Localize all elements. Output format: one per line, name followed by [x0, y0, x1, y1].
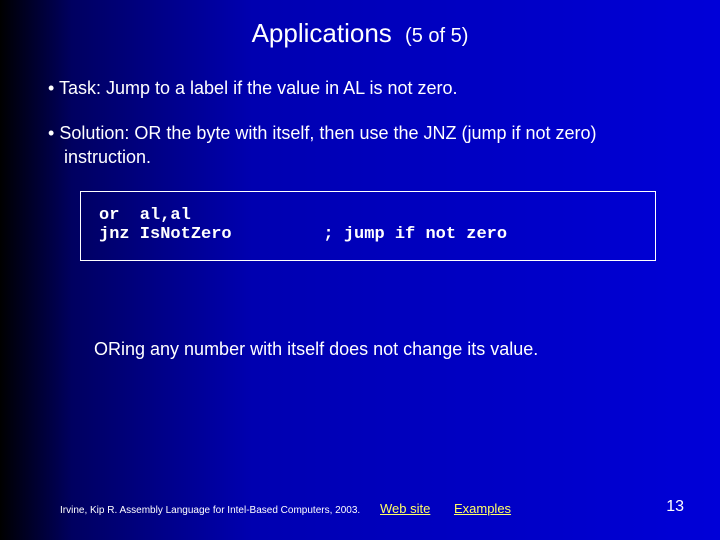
page-number: 13 — [666, 498, 684, 516]
slide-title: Applications (5 of 5) — [0, 0, 720, 49]
link-examples[interactable]: Examples — [454, 501, 511, 516]
slide-content: Task: Jump to a label if the value in AL… — [0, 49, 720, 360]
footer-links: Web site Examples — [380, 501, 531, 516]
title-sub: (5 of 5) — [405, 25, 468, 47]
link-website[interactable]: Web site — [380, 501, 430, 516]
bullet-solution: Solution: OR the byte with itself, then … — [34, 122, 686, 169]
bullet-task: Task: Jump to a label if the value in AL… — [34, 77, 686, 100]
code-block: or al,al jnz IsNotZero ; jump if not zer… — [80, 191, 656, 261]
title-main: Applications — [252, 18, 392, 48]
footer-citation: Irvine, Kip R. Assembly Language for Int… — [60, 505, 360, 516]
note-text: ORing any number with itself does not ch… — [94, 339, 686, 360]
